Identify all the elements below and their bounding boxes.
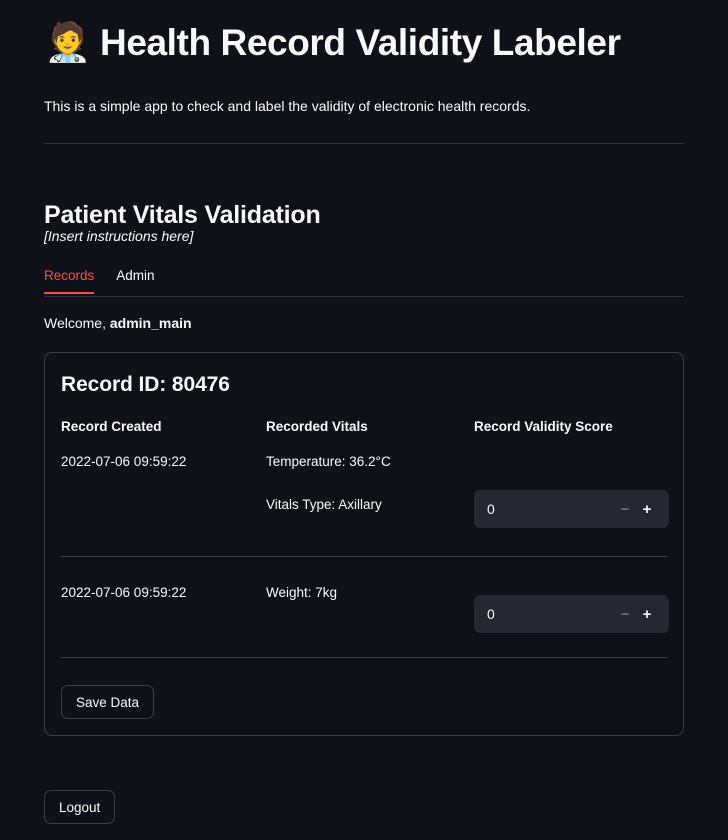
logout-button[interactable]: Logout [44, 790, 116, 824]
record-id-heading: Record ID: 80476 [61, 373, 230, 396]
page-content: 🧑‍⚕️ Health Record Validity Labeler This… [44, 0, 684, 824]
recorded-vitals-value: Temperature: 36.2°C Vitals Type: Axillar… [266, 452, 474, 556]
record-created-value: 2022-07-06 09:59:22 [61, 454, 187, 469]
logout-button-container: Logout [44, 790, 116, 824]
save-button-container: Save Data [61, 658, 667, 719]
validity-score-input[interactable] [487, 606, 614, 622]
column-headers: Record Created Recorded Vitals Record Va… [61, 419, 667, 452]
record-created-value: 2022-07-06 09:59:22 [61, 585, 187, 600]
section-instructions: [Insert instructions here] [44, 228, 194, 244]
decrement-icon[interactable]: − [614, 601, 636, 627]
vital-weight: Weight: 7kg [266, 585, 338, 600]
record-card: Record ID: 80476 Record Created Recorded… [44, 352, 684, 736]
column-header-recorded-vitals: Recorded Vitals [266, 419, 368, 434]
validity-score-cell: − + [474, 452, 669, 556]
health-worker-icon: 🧑‍⚕️ [44, 22, 92, 64]
app-page: 🧑‍⚕️ Health Record Validity Labeler This… [0, 0, 728, 840]
validity-score-cell: − + [474, 557, 669, 657]
app-header: 🧑‍⚕️ Health Record Validity Labeler [44, 0, 684, 72]
section-title: Patient Vitals Validation [44, 200, 321, 229]
vital-temperature: Temperature: 36.2°C [266, 454, 391, 469]
column-header-record-validity-score: Record Validity Score [474, 419, 613, 434]
vital-type: Vitals Type: Axillary [266, 496, 382, 512]
header-divider [44, 143, 684, 144]
welcome-username: admin_main [109, 315, 192, 331]
tab-bar: Records Admin [44, 268, 684, 297]
welcome-prefix: Welcome, [44, 315, 106, 331]
column-header-record-created: Record Created [61, 419, 162, 434]
validity-score-stepper[interactable]: − + [474, 595, 669, 633]
tab-records[interactable]: Records [44, 268, 95, 295]
validity-score-input[interactable] [487, 501, 614, 517]
recorded-vitals-value: Weight: 7kg [266, 557, 474, 657]
increment-icon[interactable]: + [636, 601, 658, 627]
decrement-icon[interactable]: − [614, 496, 636, 522]
save-data-button[interactable]: Save Data [61, 685, 155, 719]
app-description: This is a simple app to check and label … [44, 98, 531, 114]
app-title: Health Record Validity Labeler [100, 21, 621, 63]
validity-score-stepper[interactable]: − + [474, 490, 669, 528]
tab-admin[interactable]: Admin [116, 268, 154, 293]
table-row: 2022-07-06 09:59:22 Temperature: 36.2°C … [61, 452, 669, 556]
increment-icon[interactable]: + [636, 496, 658, 522]
table-row: 2022-07-06 09:59:22 Weight: 7kg − + [61, 557, 669, 657]
welcome-message: Welcome, admin_main [44, 315, 192, 331]
